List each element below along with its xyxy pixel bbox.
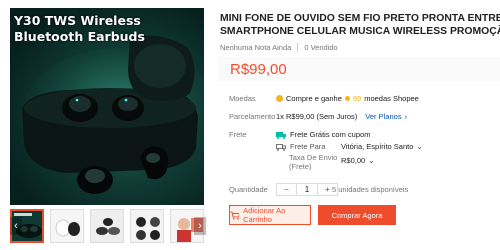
destination-select[interactable]: Vitória, Espírito Santo ⌄	[341, 142, 423, 151]
product-title-line1: MINI FONE DE OUVIDO SEM FIO PRETO PRONTA…	[220, 13, 500, 24]
free-shipping-row: Frete Grátis com cupom	[276, 130, 370, 139]
shipping-fee-label-line1: Taxa De Envio	[289, 153, 338, 162]
product-gallery: Y30 TWS Wireless Bluetooth Earbuds ‹ ›	[0, 0, 210, 250]
thumbnail-prev-arrow[interactable]: ‹	[10, 217, 22, 235]
chevron-down-icon: ⌄	[368, 156, 375, 165]
destination-text: Vitória, Espírito Santo	[341, 142, 414, 151]
installment-text: 1x R$99,00 (Sem Juros)	[276, 112, 358, 121]
free-shipping-truck-icon	[276, 131, 286, 139]
quantity-label: Quantidade	[229, 185, 268, 194]
product-meta: Nenhuma Nota Ainda 0 Vendido	[220, 43, 338, 52]
coins-amount: 99	[352, 94, 362, 103]
thumbnail-4[interactable]	[130, 209, 164, 243]
thumbnail-2[interactable]	[50, 209, 84, 243]
installment-label: Parcelamento	[229, 112, 276, 121]
sold-count: 0 Vendido	[304, 43, 338, 52]
thumbnail-image	[51, 210, 83, 242]
free-shipping-text: Frete Grátis com cupom	[290, 130, 371, 139]
product-title-line2: SMARTPHONE CELULAR MUSICA WIRELESS PROMO…	[220, 25, 500, 37]
thumbnail-3[interactable]	[90, 209, 124, 243]
thumbnail-next-arrow[interactable]: ›	[194, 217, 206, 235]
add-to-cart-button[interactable]: Adicionar Ao Carrinho	[229, 205, 311, 225]
image-caption-line2: Bluetooth Earbuds	[14, 29, 145, 44]
coins-text-before: Compre e ganhe	[286, 94, 342, 103]
product-price: R$99,00	[230, 61, 287, 78]
buy-now-label: Comprar Agora	[331, 210, 383, 220]
coin-small-icon	[344, 96, 350, 101]
product-main-image[interactable]: Y30 TWS Wireless Bluetooth Earbuds	[10, 8, 204, 205]
thumbnail-image	[91, 210, 123, 242]
coins-text-after: moedas Shopee	[364, 94, 419, 103]
shipping-fee-value: R$0,00	[341, 156, 366, 165]
product-info-panel: MINI FONE DE OUVIDO SEM FIO PRETO PRONTA…	[218, 0, 500, 250]
truck-icon	[276, 143, 286, 151]
product-title: MINI FONE DE OUVIDO SEM FIO PRETO PRONTA…	[220, 13, 500, 38]
cart-icon	[230, 211, 240, 220]
shipping-fee-label: Taxa De Envio (Frete)	[289, 153, 337, 171]
thumbnail-image	[131, 210, 163, 242]
meta-divider	[297, 43, 299, 52]
thumbnail-strip: ‹ ›	[10, 209, 208, 245]
coins-label: Moedas	[229, 94, 256, 103]
ship-to-row: Frete Para	[276, 142, 325, 151]
quantity-input[interactable]: 1	[296, 184, 318, 195]
stock-available: 5 unidades disponíveis	[332, 185, 409, 194]
shipping-fee-label-line2: (Frete)	[289, 162, 312, 171]
shipping-label: Frete	[229, 130, 247, 139]
quantity-stepper: − 1 +	[276, 183, 338, 196]
ship-to-label: Frete Para	[290, 142, 326, 151]
price-section: R$99,00	[218, 57, 500, 81]
quantity-decrease-button[interactable]: −	[277, 184, 296, 195]
chevron-right-icon: ›	[404, 112, 408, 121]
view-plans-link[interactable]: Ver Planos	[365, 112, 401, 121]
chevron-down-icon: ⌄	[416, 142, 423, 151]
add-to-cart-label: Adicionar Ao Carrinho	[243, 206, 286, 224]
buy-now-button[interactable]: Comprar Agora	[318, 205, 396, 225]
image-caption-line1: Y30 TWS Wireless	[14, 13, 141, 28]
rating-text[interactable]: Nenhuma Nota Ainda	[220, 43, 291, 52]
coins-row: Compre e ganhe 99 moedas Shopee	[276, 94, 419, 103]
shopee-coin-icon	[276, 95, 283, 102]
shipping-fee-select[interactable]: R$0,00 ⌄	[341, 156, 374, 165]
installment-row: 1x R$99,00 (Sem Juros) Ver Planos ›	[276, 112, 407, 121]
